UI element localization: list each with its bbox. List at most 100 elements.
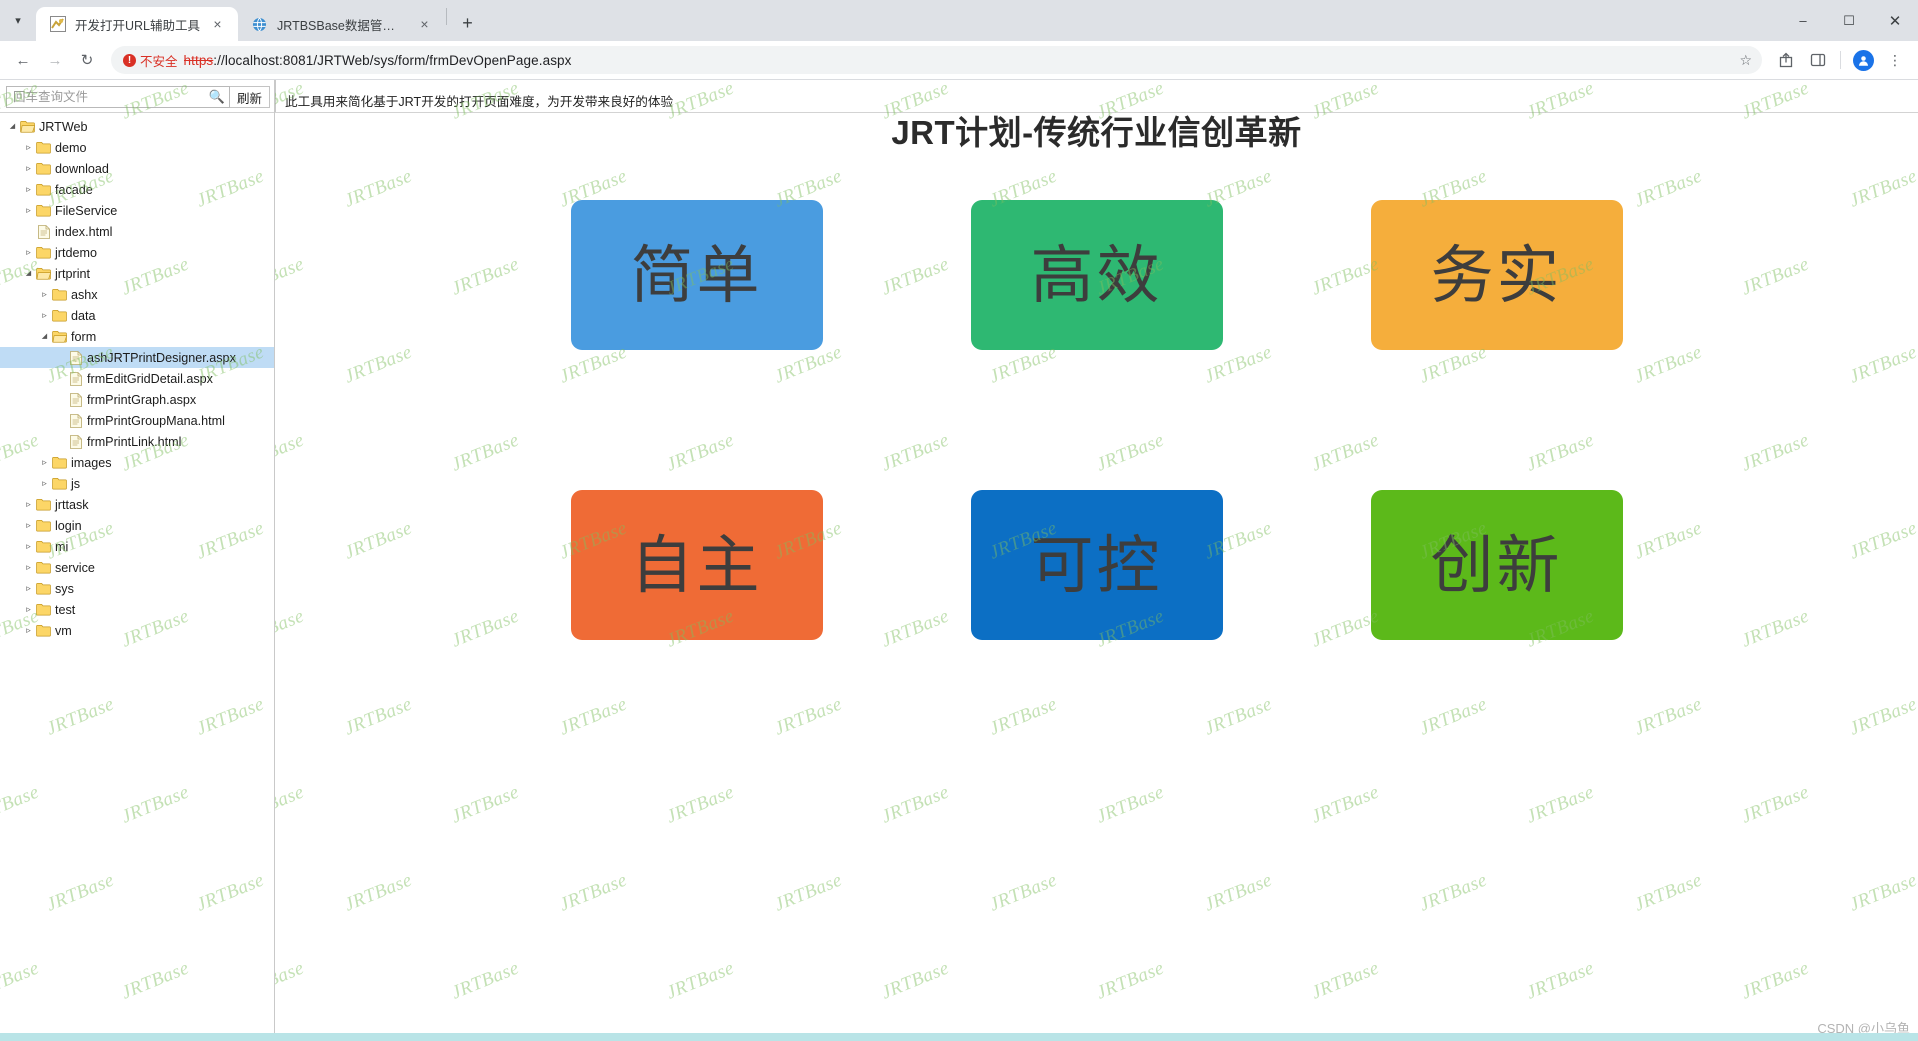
tree-file-item[interactable]: frmPrintGraph.aspx — [0, 389, 274, 410]
tree-folder-item[interactable]: jrtprint — [0, 263, 274, 284]
address-bar[interactable]: ! 不安全 https://localhost:8081/JRTWeb/sys/… — [111, 46, 1762, 74]
reload-icon[interactable]: ↻ — [72, 45, 102, 75]
chrome-menu-icon[interactable]: ⋮ — [1880, 45, 1910, 75]
tree-folder-item[interactable]: JRTWeb — [0, 116, 274, 137]
tree-folder-item[interactable]: test — [0, 599, 274, 620]
tree-item-label: form — [71, 329, 97, 344]
tree-expand-arrow-icon[interactable] — [22, 158, 35, 180]
browser-tab-inactive[interactable]: JRTBSBase数据管理工具 × — [238, 7, 445, 41]
refresh-button[interactable]: 刷新 — [229, 86, 270, 108]
header-divider — [275, 80, 276, 112]
feature-tile[interactable]: 可控 — [970, 490, 1223, 640]
tree-file-item[interactable]: frmPrintLink.html — [0, 431, 274, 452]
tree-folder-item[interactable]: FileService — [0, 200, 274, 221]
tree-folder-item[interactable]: js — [0, 473, 274, 494]
tab-strip: ▾ 开发打开URL辅助工具 × JRTBSBase数据管理工具 × + – ☐ … — [0, 0, 1918, 41]
tree-expand-arrow-icon[interactable] — [22, 242, 35, 264]
search-input[interactable] — [13, 90, 206, 104]
search-icon[interactable]: 🔍 — [206, 89, 225, 105]
tab-title: JRTBSBase数据管理工具 — [277, 18, 408, 33]
back-icon[interactable]: ← — [8, 45, 38, 75]
tree-file-item[interactable]: frmEditGridDetail.aspx — [0, 368, 274, 389]
share-icon[interactable] — [1771, 45, 1801, 75]
tab-divider — [446, 7, 448, 25]
tree-expand-arrow-icon[interactable] — [38, 452, 51, 474]
file-icon — [67, 413, 84, 428]
search-row: 🔍 刷新 — [0, 80, 274, 112]
tree-folder-item[interactable]: mi — [0, 536, 274, 557]
feature-tile[interactable]: 务实 — [1370, 200, 1623, 350]
tree-folder-item[interactable]: form — [0, 326, 274, 347]
file-tree[interactable]: JRTWeb demo download facade FileService index… — [0, 112, 274, 1041]
tree-item-label: data — [71, 308, 96, 323]
tab-close-icon[interactable]: × — [416, 16, 433, 33]
tree-folder-item[interactable]: jrtdemo — [0, 242, 274, 263]
tree-folder-item[interactable]: demo — [0, 137, 274, 158]
feature-tile[interactable]: 简单 — [570, 200, 823, 350]
maximize-button[interactable]: ☐ — [1826, 0, 1872, 41]
tree-expand-arrow-icon[interactable] — [22, 137, 35, 159]
file-explorer-pane: 🔍 刷新 JRTWeb demo download facade FileService… — [0, 80, 275, 1041]
tree-item-label: jrttask — [55, 497, 89, 512]
tree-folder-item[interactable]: vm — [0, 620, 274, 641]
close-window-button[interactable]: ✕ — [1872, 0, 1918, 41]
tree-file-item[interactable]: frmPrintGroupMana.html — [0, 410, 274, 431]
feature-tile[interactable]: 自主 — [570, 490, 823, 640]
profile-avatar-icon[interactable] — [1848, 45, 1878, 75]
tree-folder-item[interactable]: images — [0, 452, 274, 473]
tree-expand-arrow-icon[interactable] — [22, 536, 35, 558]
search-box[interactable]: 🔍 — [6, 86, 230, 108]
tree-folder-item[interactable]: sys — [0, 578, 274, 599]
tree-folder-item[interactable]: download — [0, 158, 274, 179]
tree-expand-arrow-icon[interactable] — [22, 515, 35, 537]
tab-search-chevron-down-icon[interactable]: ▾ — [0, 0, 36, 41]
tree-item-label: jrtdemo — [55, 245, 97, 260]
tree-expand-arrow-icon[interactable] — [22, 578, 35, 600]
tree-folder-item[interactable]: jrttask — [0, 494, 274, 515]
toolbar-divider — [1840, 51, 1841, 69]
minimize-button[interactable]: – — [1780, 0, 1826, 41]
tree-item-label: service — [55, 560, 95, 575]
bookmark-star-icon[interactable]: ☆ — [1739, 52, 1752, 69]
tree-file-item[interactable]: ashJRTPrintDesigner.aspx — [0, 347, 274, 368]
browser-toolbar: ← → ↻ ! 不安全 https://localhost:8081/JRTWe… — [0, 41, 1918, 80]
sidepanel-icon[interactable] — [1803, 45, 1833, 75]
url-scheme: https — [183, 52, 214, 68]
not-secure-badge[interactable]: ! 不安全 — [123, 51, 178, 70]
file-icon — [35, 224, 52, 239]
tree-expand-arrow-icon[interactable] — [22, 494, 35, 516]
tree-folder-item[interactable]: data — [0, 305, 274, 326]
folder-open-icon — [19, 120, 36, 133]
folder-icon — [51, 309, 68, 322]
avatar — [1852, 49, 1874, 71]
tree-expand-arrow-icon[interactable] — [22, 179, 35, 201]
tree-expand-arrow-icon[interactable] — [22, 557, 35, 579]
new-tab-button[interactable]: + — [453, 9, 482, 38]
bottom-accent-strip — [0, 1033, 1918, 1041]
tree-expand-arrow-icon[interactable] — [38, 473, 51, 495]
folder-icon — [35, 540, 52, 553]
browser-tab-active[interactable]: 开发打开URL辅助工具 × — [36, 7, 239, 41]
tree-file-item[interactable]: index.html — [0, 221, 274, 242]
tree-collapse-arrow-icon[interactable] — [38, 326, 51, 347]
tree-item-label: frmEditGridDetail.aspx — [87, 371, 213, 386]
tab-close-icon[interactable]: × — [209, 16, 226, 33]
tree-expand-arrow-icon[interactable] — [38, 284, 51, 306]
tree-collapse-arrow-icon[interactable] — [6, 116, 19, 137]
tree-folder-item[interactable]: service — [0, 557, 274, 578]
tree-expand-arrow-icon[interactable] — [38, 305, 51, 327]
tree-item-label: ashx — [71, 287, 98, 302]
tree-expand-arrow-icon[interactable] — [22, 200, 35, 222]
tree-expand-arrow-icon[interactable] — [22, 620, 35, 642]
folder-icon — [35, 141, 52, 154]
tree-item-label: vm — [55, 623, 72, 638]
forward-icon[interactable]: → — [40, 45, 70, 75]
tree-folder-item[interactable]: facade — [0, 179, 274, 200]
url-text: https://localhost:8081/JRTWeb/sys/form/f… — [184, 53, 1734, 68]
tree-folder-item[interactable]: login — [0, 515, 274, 536]
tree-collapse-arrow-icon[interactable] — [22, 263, 35, 284]
feature-tile[interactable]: 高效 — [970, 200, 1223, 350]
tree-expand-arrow-icon[interactable] — [22, 599, 35, 621]
feature-tile[interactable]: 创新 — [1370, 490, 1623, 640]
tree-folder-item[interactable]: ashx — [0, 284, 274, 305]
